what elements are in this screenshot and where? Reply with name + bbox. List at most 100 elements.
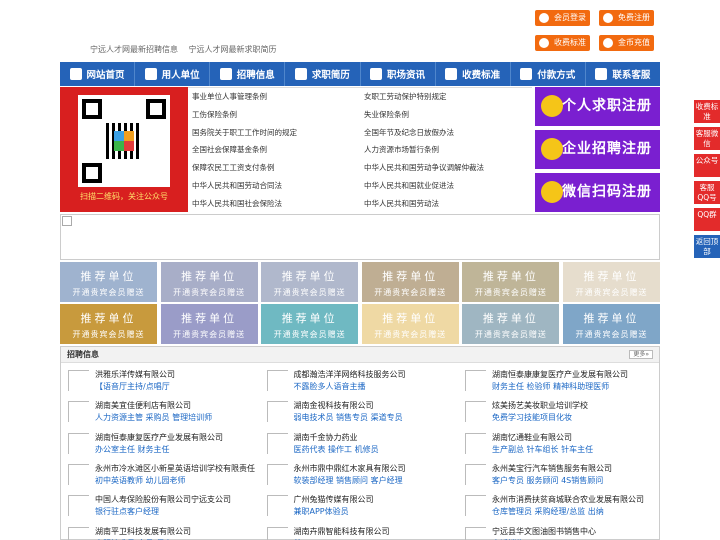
company-logo-placeholder[interactable] (68, 463, 89, 485)
personal-register-button[interactable]: 个人求职注册 (535, 87, 660, 126)
company-name-link[interactable]: 湖南平卫科技发展有限公司 (95, 526, 191, 537)
positions-link[interactable]: 生产副总 针车组长 针车主任 (492, 444, 593, 455)
company-name-link[interactable]: 湖南美宜佳便利店有限公司 (95, 400, 191, 411)
positions-link[interactable]: 初中英语教师 幼儿园老师 (95, 475, 186, 486)
member-login-button[interactable]: 会员登录 (535, 10, 590, 26)
positions-link[interactable]: 财务主任 检验师 精神科助理医师 (492, 381, 609, 392)
company-logo-placeholder[interactable] (465, 526, 486, 540)
positions-link[interactable]: 兼职APP体验员 (294, 506, 349, 517)
law-link[interactable]: 全国社会保障基金条例 (192, 144, 267, 155)
positions-link[interactable]: 人力资源主管 采购员 管理培训师 (95, 412, 212, 423)
company-name-link[interactable]: 永州市消费扶贫商城联合农业发展有限公司 (492, 494, 644, 505)
wechat-register-button[interactable]: 微信扫码注册 (535, 173, 660, 212)
positions-link[interactable]: 银行驻点客户经理 (95, 506, 159, 517)
positions-link[interactable]: 免费学习技能项目化妆 (492, 412, 572, 423)
law-link[interactable]: 失业保险条例 (364, 109, 409, 120)
recommended-unit-tile[interactable]: 推荐单位 开通贵宾会员赠送 (60, 304, 157, 344)
law-link[interactable]: 中华人民共和国劳动法 (364, 198, 439, 209)
company-logo-placeholder[interactable] (465, 432, 486, 454)
law-link[interactable]: 工伤保险条例 (192, 109, 237, 120)
company-logo-placeholder[interactable] (465, 495, 486, 517)
company-logo-placeholder[interactable] (68, 401, 89, 423)
side-back-to-top[interactable]: 返回顶部 (694, 235, 720, 258)
more-link[interactable]: 更多» (629, 350, 653, 359)
law-link[interactable]: 女职工劳动保护特别规定 (364, 91, 447, 102)
banner-ad[interactable] (60, 214, 660, 260)
company-logo-placeholder[interactable] (465, 370, 486, 391)
company-name-link[interactable]: 湖南恒泰康康复医疗产业发展有限公司 (492, 369, 628, 380)
nav-resumes[interactable]: 求职简历 (285, 62, 361, 86)
law-link[interactable]: 中华人民共和国劳动合同法 (192, 180, 282, 191)
company-name-link[interactable]: 永州市冷水滩区小新星英语培训学校有限责任 (95, 463, 255, 474)
recommended-unit-tile[interactable]: 推荐单位 开通贵宾会员赠送 (462, 304, 560, 344)
company-name-link[interactable]: 炫美扬艺美妆职业培训学校 (492, 400, 588, 411)
company-logo-placeholder[interactable] (266, 463, 288, 485)
company-logo-placeholder[interactable] (266, 370, 288, 391)
nav-payment[interactable]: 付款方式 (511, 62, 586, 86)
law-link[interactable]: 国务院关于职工工作时间的规定 (192, 127, 297, 138)
side-qq-group[interactable]: QQ群 (694, 208, 720, 231)
free-register-button[interactable]: 免费注册 (599, 10, 654, 26)
recommended-unit-tile[interactable]: 推荐单位 开通贵宾会员赠送 (361, 304, 459, 344)
company-name-link[interactable]: 中国人寿保险股份有限公司宁远支公司 (95, 494, 231, 505)
law-link[interactable]: 中华人民共和国劳动争议调解仲裁法 (364, 162, 484, 173)
nav-support[interactable]: 联系客服 (586, 62, 660, 86)
fee-standard-button[interactable]: 收费标准 (535, 35, 590, 51)
law-link[interactable]: 事业单位人事管理条例 (192, 91, 267, 102)
positions-link[interactable]: 弱电技术员 销售专员 渠道专员 (294, 412, 403, 423)
company-logo-placeholder[interactable] (266, 401, 288, 423)
positions-link[interactable]: 仓库管理员 采购经理/总监 出纳 (492, 506, 604, 517)
company-logo-placeholder[interactable] (266, 526, 288, 540)
company-logo-placeholder[interactable] (68, 432, 89, 454)
company-logo-placeholder[interactable] (465, 463, 486, 485)
company-register-button[interactable]: 企业招聘注册 (535, 130, 660, 169)
law-link[interactable]: 全国年节及纪念日放假办法 (364, 127, 454, 138)
positions-link[interactable]: 办公室主任 财务主任 (95, 444, 170, 455)
company-name-link[interactable]: 湖南千金协力药业 (294, 432, 358, 443)
company-name-link[interactable]: 广州兔猫传媒有限公司 (294, 494, 374, 505)
side-fee-standard[interactable]: 收费标准 (694, 100, 720, 123)
side-service-wechat[interactable]: 客服微信 (694, 127, 720, 150)
nav-employers[interactable]: 用人单位 (135, 62, 211, 86)
recommended-unit-tile[interactable]: 推荐单位 开通贵宾会员赠送 (563, 304, 660, 344)
nav-home[interactable]: 网站首页 (60, 62, 136, 86)
company-name-link[interactable]: 永州美宝行汽车销售服务有限公司 (492, 463, 612, 474)
positions-link[interactable]: 软装部经理 销售顾问 客户经理 (294, 475, 403, 486)
recommended-unit-tile[interactable]: 推荐单位 开通贵宾会员赠送 (563, 262, 660, 302)
law-link[interactable]: 保障农民工工资支付条例 (192, 162, 275, 173)
nav-jobs[interactable]: 招聘信息 (210, 62, 286, 86)
company-name-link[interactable]: 湖南卉鼎智能科技有限公司 (294, 526, 390, 537)
company-logo-placeholder[interactable] (266, 495, 288, 517)
company-name-link[interactable]: 宁远县华文图油图书销售中心 (492, 526, 596, 537)
law-link[interactable]: 中华人民共和国社会保险法 (192, 198, 282, 209)
side-official-account[interactable]: 公众号 (694, 154, 720, 177)
recommended-unit-tile[interactable]: 推荐单位 开通贵宾会员赠送 (361, 262, 459, 302)
company-name-link[interactable]: 湖南恒泰康复医疗产业发展有限公司 (95, 432, 223, 443)
law-link[interactable]: 人力资源市场暂行条例 (364, 144, 439, 155)
company-name-link[interactable]: 湖南金视科技有限公司 (294, 400, 374, 411)
positions-link[interactable]: 不露脸多人语音主播 (294, 381, 366, 392)
company-name-link[interactable]: 永州市鼎中鼎红木家具有限公司 (294, 463, 406, 474)
positions-link[interactable]: 【语音厅主持/点唱厅 (95, 381, 170, 392)
gold-recharge-button[interactable]: 金币充值 (599, 35, 654, 51)
company-name-link[interactable]: 洪雅乐洋传媒有限公司 (95, 369, 175, 380)
latest-jobs-link[interactable]: 宁远人才网最新招聘信息 (90, 45, 178, 54)
recommended-unit-tile[interactable]: 推荐单位 开通贵宾会员赠送 (160, 304, 258, 344)
recommended-unit-tile[interactable]: 推荐单位 开通贵宾会员赠送 (462, 262, 560, 302)
recommended-unit-tile[interactable]: 推荐单位 开通贵宾会员赠送 (261, 262, 359, 302)
recommended-unit-tile[interactable]: 推荐单位 开通贵宾会员赠送 (60, 262, 157, 302)
positions-link[interactable]: 客户专员 服务顾问 4S销售顾问 (492, 475, 603, 486)
company-name-link[interactable]: 湖南忆通鞋业有限公司 (492, 432, 572, 443)
nav-fees[interactable]: 收费标准 (436, 62, 511, 86)
nav-news[interactable]: 职场资讯 (361, 62, 436, 86)
company-logo-placeholder[interactable] (465, 401, 486, 423)
company-logo-placeholder[interactable] (68, 526, 89, 540)
positions-link[interactable]: 医药代表 操作工 机修员 (294, 444, 379, 455)
side-service-qq[interactable]: 客服QQ号 (694, 181, 720, 204)
recommended-unit-tile[interactable]: 推荐单位 开通贵宾会员赠送 (160, 262, 258, 302)
latest-resumes-link[interactable]: 宁远人才网最新求职简历 (189, 45, 277, 54)
company-logo-placeholder[interactable] (68, 370, 89, 391)
company-logo-placeholder[interactable] (68, 495, 89, 517)
law-link[interactable]: 中华人民共和国就业促进法 (364, 180, 454, 191)
recommended-unit-tile[interactable]: 推荐单位 开通贵宾会员赠送 (261, 304, 359, 344)
